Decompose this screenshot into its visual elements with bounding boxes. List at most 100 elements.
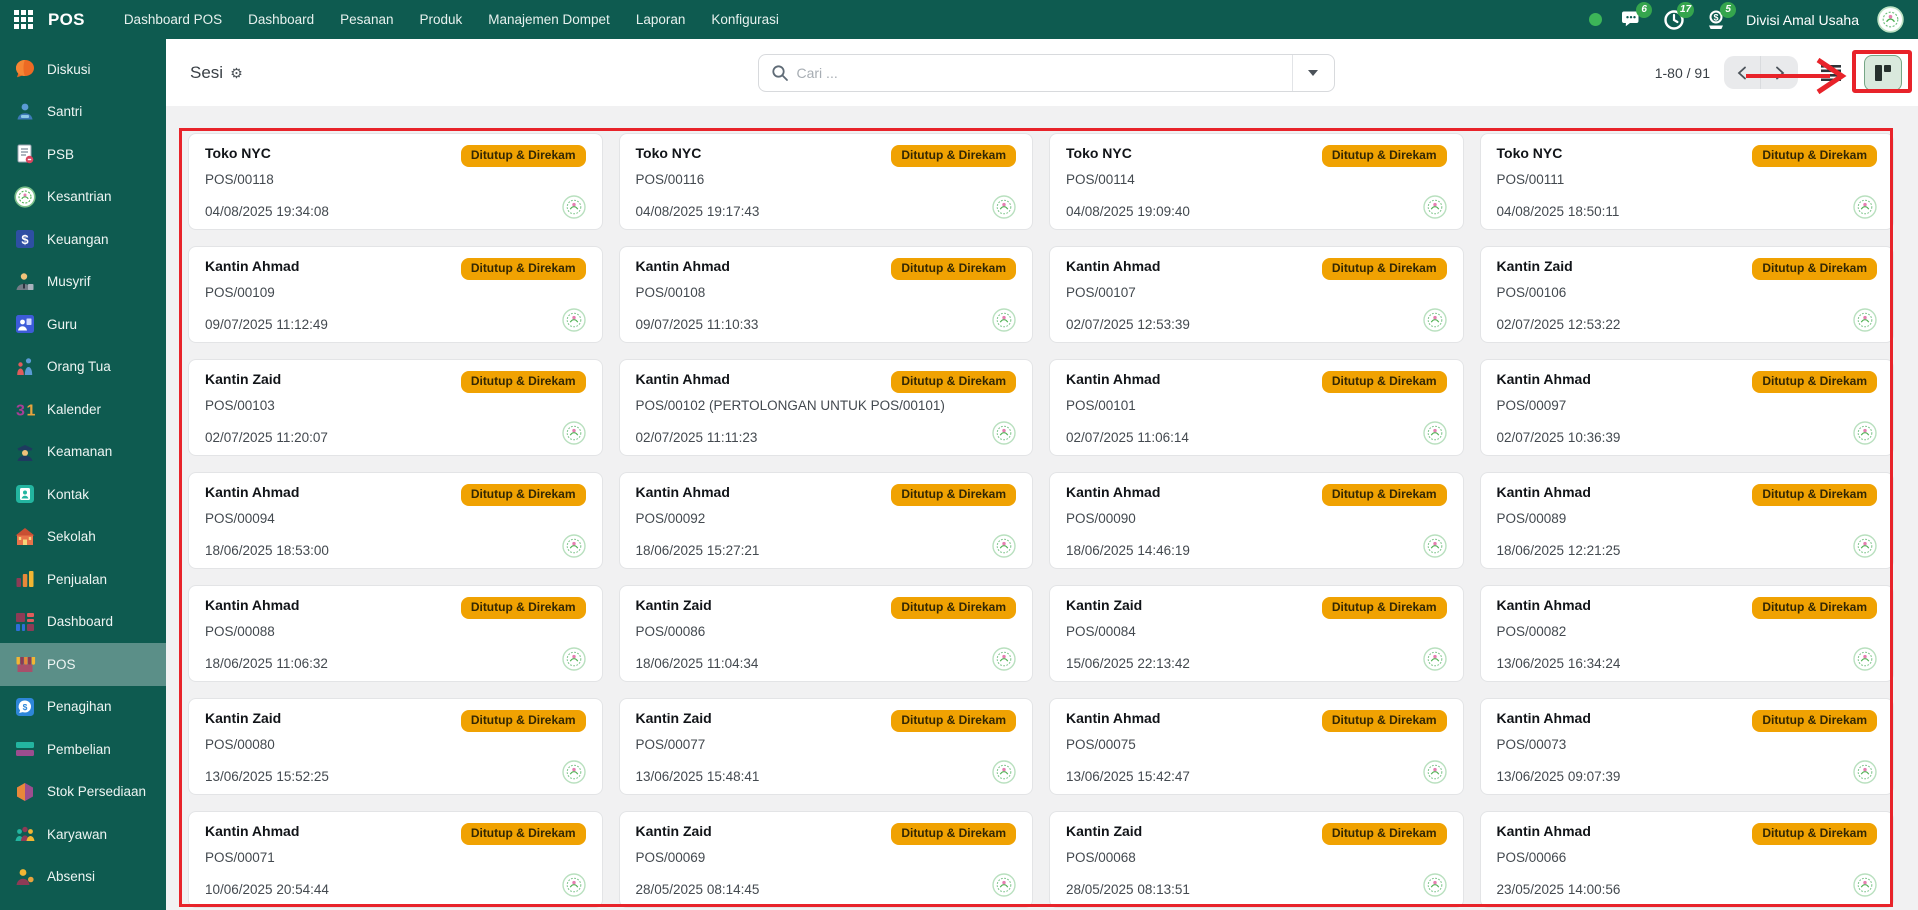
wallet-money-icon[interactable]: $ 5	[1704, 8, 1728, 32]
responsible-avatar-icon[interactable]	[1423, 308, 1447, 332]
sidebar-item-keuangan[interactable]: $Keuangan	[0, 218, 166, 261]
user-avatar-icon[interactable]	[1877, 6, 1904, 33]
session-card[interactable]: Kantin Ahmad Ditutup & Direkam POS/00107…	[1049, 246, 1464, 343]
responsible-avatar-icon[interactable]	[1423, 195, 1447, 219]
responsible-avatar-icon[interactable]	[1423, 534, 1447, 558]
sidebar-item-keamanan[interactable]: Keamanan	[0, 431, 166, 474]
session-card[interactable]: Kantin Zaid Ditutup & Direkam POS/00086 …	[619, 585, 1034, 682]
nav-item-manajemen-dompet[interactable]: Manajemen Dompet	[475, 0, 623, 39]
nav-item-dashboard-pos[interactable]: Dashboard POS	[111, 0, 235, 39]
session-card[interactable]: Toko NYC Ditutup & Direkam POS/00118 04/…	[188, 133, 603, 230]
session-card[interactable]: Kantin Ahmad Ditutup & Direkam POS/00082…	[1480, 585, 1895, 682]
responsible-avatar-icon[interactable]	[562, 647, 586, 671]
activities-clock-icon[interactable]: 17	[1662, 8, 1686, 32]
session-card[interactable]: Kantin Ahmad Ditutup & Direkam POS/00066…	[1480, 811, 1895, 908]
session-card[interactable]: Kantin Ahmad Ditutup & Direkam POS/00094…	[188, 472, 603, 569]
list-view-button[interactable]	[1812, 55, 1850, 91]
responsible-avatar-icon[interactable]	[992, 760, 1016, 784]
session-card[interactable]: Kantin Zaid Ditutup & Direkam POS/00069 …	[619, 811, 1034, 908]
app-brand[interactable]: POS	[48, 10, 85, 30]
sidebar-item-pembelian[interactable]: Pembelian	[0, 728, 166, 771]
session-card[interactable]: Kantin Ahmad Ditutup & Direkam POS/00090…	[1049, 472, 1464, 569]
sidebar-item-diskusi[interactable]: Diskusi	[0, 48, 166, 91]
session-card[interactable]: Kantin Zaid Ditutup & Direkam POS/00080 …	[188, 698, 603, 795]
responsible-avatar-icon[interactable]	[992, 308, 1016, 332]
sidebar-item-pos[interactable]: POS	[0, 643, 166, 686]
responsible-avatar-icon[interactable]	[1853, 873, 1877, 897]
card-footer: 28/05/2025 08:13:51	[1066, 873, 1447, 897]
responsible-avatar-icon[interactable]	[1423, 873, 1447, 897]
sidebar-item-kesantrian[interactable]: Kesantrian	[0, 176, 166, 219]
sidebar-item-santri[interactable]: Santri	[0, 91, 166, 134]
sidebar-item-guru[interactable]: Guru	[0, 303, 166, 346]
session-card[interactable]: Kantin Ahmad Ditutup & Direkam POS/00088…	[188, 585, 603, 682]
nav-item-laporan[interactable]: Laporan	[623, 0, 699, 39]
nav-item-produk[interactable]: Produk	[406, 0, 475, 39]
sidebar-item-stok-persediaan[interactable]: Stok Persediaan	[0, 771, 166, 814]
user-menu[interactable]: Divisi Amal Usaha	[1746, 12, 1859, 28]
search-input[interactable]	[797, 65, 1292, 81]
session-card[interactable]: Kantin Zaid Ditutup & Direkam POS/00068 …	[1049, 811, 1464, 908]
status-badge: Ditutup & Direkam	[1322, 258, 1447, 280]
sidebar-item-orang-tua[interactable]: Orang Tua	[0, 346, 166, 389]
nav-item-konfigurasi[interactable]: Konfigurasi	[698, 0, 792, 39]
session-card[interactable]: Kantin Ahmad Ditutup & Direkam POS/00101…	[1049, 359, 1464, 456]
messages-icon[interactable]: 6	[1620, 8, 1644, 32]
responsible-avatar-icon[interactable]	[992, 647, 1016, 671]
responsible-avatar-icon[interactable]	[992, 873, 1016, 897]
session-card[interactable]: Toko NYC Ditutup & Direkam POS/00114 04/…	[1049, 133, 1464, 230]
session-card[interactable]: Kantin Ahmad Ditutup & Direkam POS/00075…	[1049, 698, 1464, 795]
sidebar-item-musyrif[interactable]: Musyrif	[0, 261, 166, 304]
session-card[interactable]: Kantin Ahmad Ditutup & Direkam POS/00089…	[1480, 472, 1895, 569]
session-card[interactable]: Kantin Zaid Ditutup & Direkam POS/00077 …	[619, 698, 1034, 795]
responsible-avatar-icon[interactable]	[1853, 308, 1877, 332]
search-filter-toggle[interactable]	[1292, 55, 1334, 91]
responsible-avatar-icon[interactable]	[562, 195, 586, 219]
responsible-avatar-icon[interactable]	[562, 873, 586, 897]
session-card[interactable]: Kantin Ahmad Ditutup & Direkam POS/00102…	[619, 359, 1034, 456]
sidebar-item-psb[interactable]: PSB	[0, 133, 166, 176]
responsible-avatar-icon[interactable]	[1853, 421, 1877, 445]
session-card[interactable]: Kantin Zaid Ditutup & Direkam POS/00103 …	[188, 359, 603, 456]
session-card[interactable]: Toko NYC Ditutup & Direkam POS/00111 04/…	[1480, 133, 1895, 230]
responsible-avatar-icon[interactable]	[562, 760, 586, 784]
sidebar-item-dashboard[interactable]: Dashboard	[0, 601, 166, 644]
kanban-view-button[interactable]	[1864, 55, 1902, 91]
session-card[interactable]: Kantin Zaid Ditutup & Direkam POS/00084 …	[1049, 585, 1464, 682]
sidebar-item-kalender[interactable]: 31Kalender	[0, 388, 166, 431]
session-card[interactable]: Kantin Ahmad Ditutup & Direkam POS/00108…	[619, 246, 1034, 343]
responsible-avatar-icon[interactable]	[1423, 760, 1447, 784]
sidebar-item-sekolah[interactable]: Sekolah	[0, 516, 166, 559]
responsible-avatar-icon[interactable]	[1853, 534, 1877, 558]
session-card[interactable]: Kantin Ahmad Ditutup & Direkam POS/00097…	[1480, 359, 1895, 456]
sidebar-item-absensi[interactable]: Absensi	[0, 856, 166, 899]
dashboard-icon	[13, 610, 37, 634]
sidebar-item-penagihan[interactable]: $Penagihan	[0, 686, 166, 729]
sidebar-item-kontak[interactable]: Kontak	[0, 473, 166, 516]
responsible-avatar-icon[interactable]	[992, 421, 1016, 445]
responsible-avatar-icon[interactable]	[1853, 647, 1877, 671]
responsible-avatar-icon[interactable]	[562, 421, 586, 445]
session-card[interactable]: Kantin Zaid Ditutup & Direkam POS/00106 …	[1480, 246, 1895, 343]
pager-prev-button[interactable]	[1724, 56, 1761, 89]
nav-item-dashboard[interactable]: Dashboard	[235, 0, 327, 39]
responsible-avatar-icon[interactable]	[1423, 421, 1447, 445]
apps-grid-icon[interactable]	[14, 10, 34, 30]
responsible-avatar-icon[interactable]	[1853, 760, 1877, 784]
nav-item-pesanan[interactable]: Pesanan	[327, 0, 406, 39]
responsible-avatar-icon[interactable]	[1423, 647, 1447, 671]
responsible-avatar-icon[interactable]	[1853, 195, 1877, 219]
session-card[interactable]: Kantin Ahmad Ditutup & Direkam POS/00109…	[188, 246, 603, 343]
session-card[interactable]: Kantin Ahmad Ditutup & Direkam POS/00092…	[619, 472, 1034, 569]
sidebar-item-karyawan[interactable]: Karyawan	[0, 813, 166, 856]
session-card[interactable]: Kantin Ahmad Ditutup & Direkam POS/00071…	[188, 811, 603, 908]
session-card[interactable]: Toko NYC Ditutup & Direkam POS/00116 04/…	[619, 133, 1034, 230]
responsible-avatar-icon[interactable]	[562, 534, 586, 558]
session-card[interactable]: Kantin Ahmad Ditutup & Direkam POS/00073…	[1480, 698, 1895, 795]
sidebar-item-penjualan[interactable]: Penjualan	[0, 558, 166, 601]
responsible-avatar-icon[interactable]	[992, 534, 1016, 558]
gear-icon[interactable]: ⚙	[230, 66, 243, 80]
pager-next-button[interactable]	[1761, 56, 1798, 89]
responsible-avatar-icon[interactable]	[992, 195, 1016, 219]
responsible-avatar-icon[interactable]	[562, 308, 586, 332]
